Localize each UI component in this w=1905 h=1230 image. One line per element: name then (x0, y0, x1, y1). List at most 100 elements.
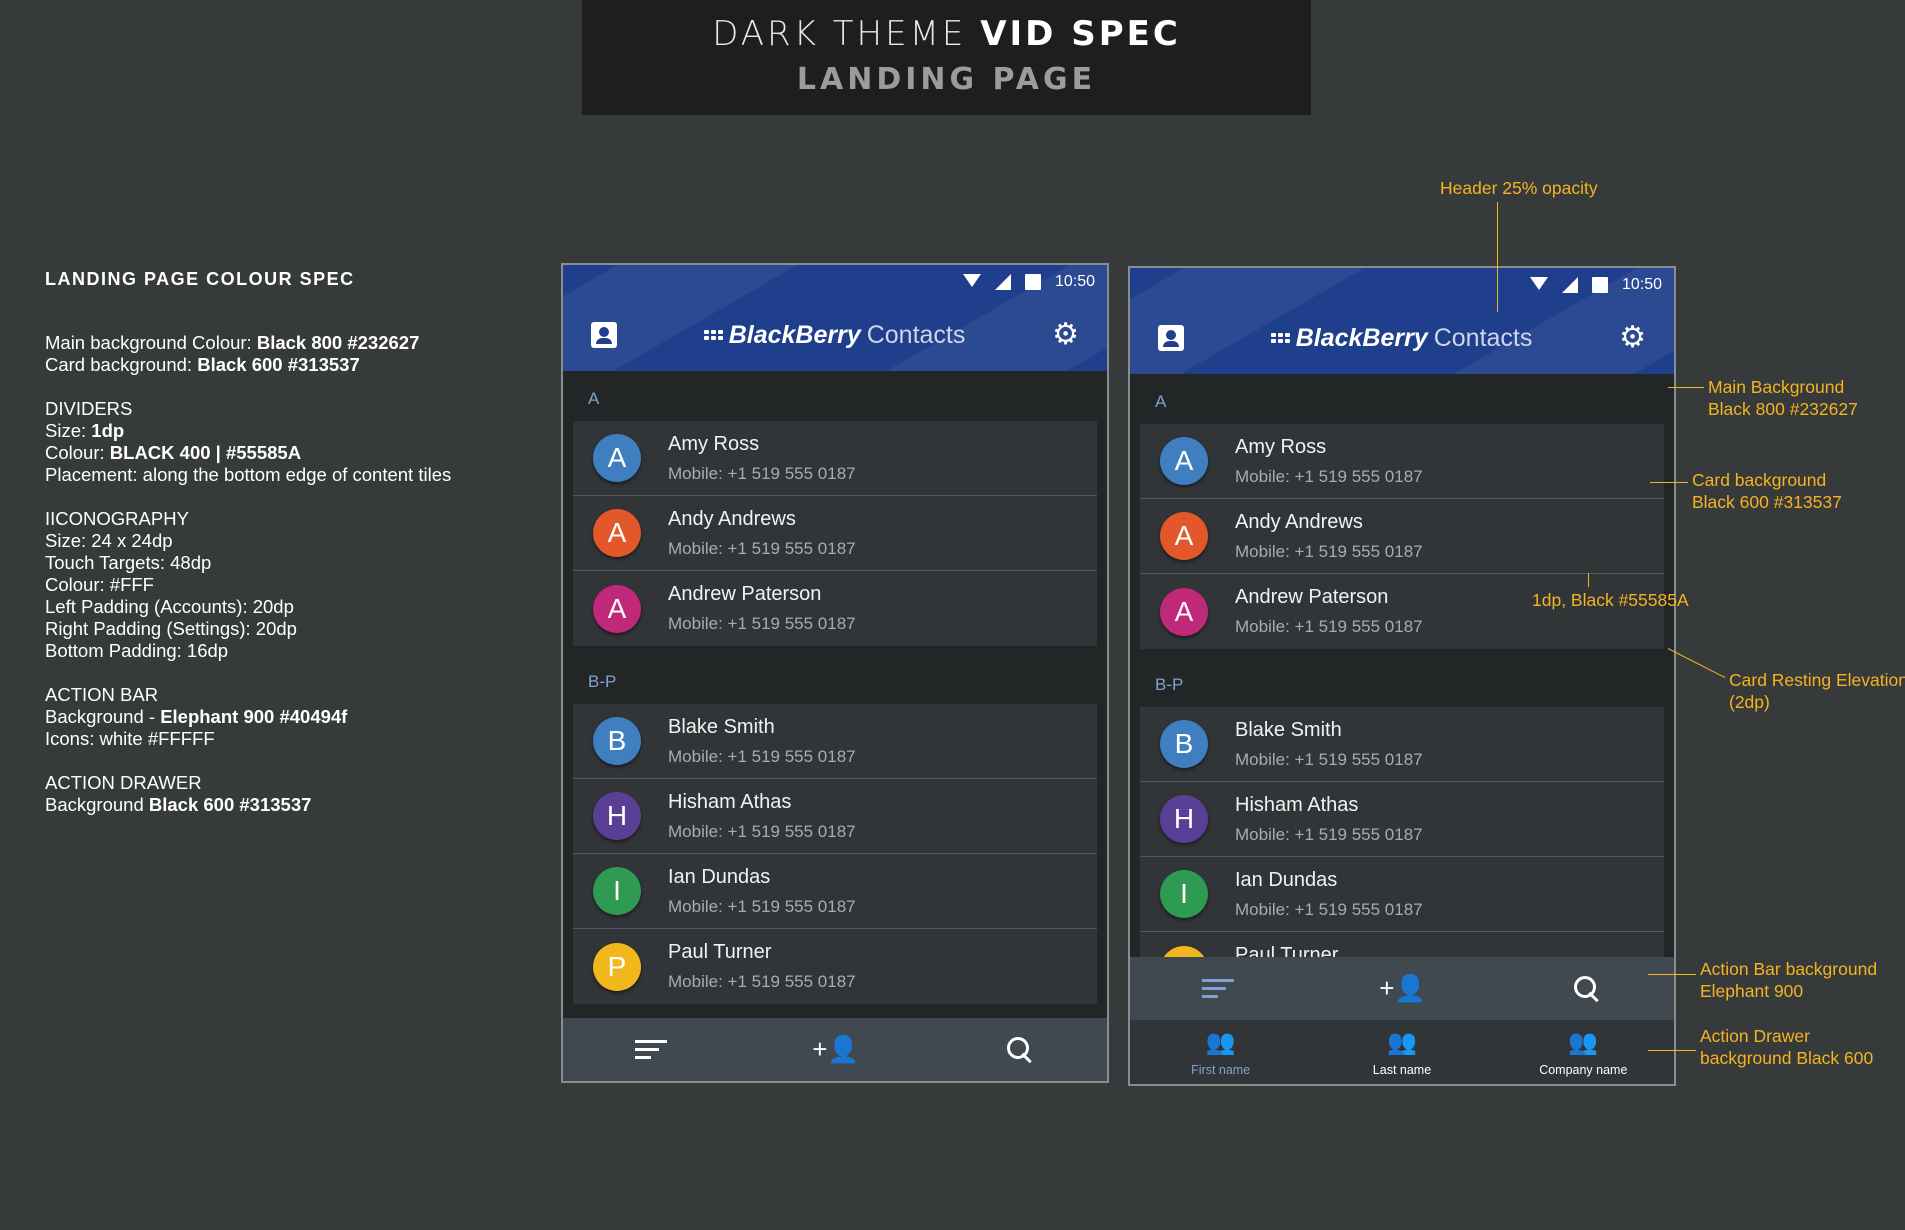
app-logo: BlackBerry Contacts (1270, 323, 1533, 353)
spec-icon-colour: Colour: #FFF (45, 574, 154, 595)
banner-title-bold: VID SPEC (980, 14, 1181, 54)
brand-name: BlackBerry (728, 320, 861, 349)
spec-icon-right: Right Padding (Settings): 20dp (45, 618, 297, 639)
people-icon: 👥 (1205, 1029, 1236, 1056)
status-bar: 10:50 (962, 273, 1095, 291)
tab-company-name-label: Company name (1539, 1063, 1628, 1077)
avatar: H (593, 792, 641, 840)
spec-actionbar-bg-value: Elephant 900 #40494f (160, 706, 348, 727)
spec-main-bg-value: Black 800 #232627 (256, 332, 420, 353)
battery-icon (1591, 277, 1608, 293)
avatar: B (1160, 720, 1208, 768)
annotation-leader (1650, 482, 1688, 483)
status-time: 10:50 (1621, 276, 1662, 293)
search-icon[interactable] (1005, 1035, 1035, 1065)
status-bar: 10:50 (1529, 276, 1662, 294)
signal-icon (1561, 277, 1578, 293)
annotation-card-bg-line2: Black 600 #313537 (1692, 492, 1842, 512)
avatar: B (593, 717, 641, 765)
gear-icon[interactable]: ⚙ (1052, 320, 1079, 350)
avatar: A (1160, 437, 1208, 485)
phone-mockup-1: 10:50 BlackBerry Contacts ⚙ A A Amy Ross M… (561, 263, 1109, 1083)
avatar: H (1160, 795, 1208, 843)
accounts-icon[interactable] (591, 322, 617, 348)
contact-row[interactable]: H Hisham Athas Mobile: +1 519 555 0187 (573, 779, 1097, 854)
spec-div-placement: Placement: along the bottom edge of cont… (45, 464, 452, 485)
banner-title-light: DARK THEME (712, 14, 981, 54)
annotation-leader (1648, 1050, 1696, 1051)
section-header-a: A (1155, 392, 1167, 411)
spec-card-bg-value: Black 600 #313537 (197, 354, 360, 375)
contact-list: A A Amy Ross Mobile: +1 519 555 0187 A Andy… (563, 371, 1107, 1004)
avatar: A (593, 584, 641, 633)
blackberry-logo-icon (1270, 333, 1290, 343)
contact-row[interactable]: A Andrew Paterson Mobile: +1 519 555 0187 (1140, 574, 1664, 649)
add-contact-icon[interactable]: +👤 (812, 1034, 860, 1065)
contact-list: A A Amy Ross Mobile: +1 519 555 0187 A Andy… (1130, 374, 1674, 957)
avatar: P (1160, 945, 1208, 957)
app-header: 10:50 BlackBerry Contacts ⚙ (1130, 268, 1674, 374)
spec-actionbar-bg: Background - Elephant 900 #40494f (45, 706, 515, 728)
signal-icon (994, 274, 1011, 290)
accounts-icon[interactable] (1158, 325, 1184, 351)
contact-name: Andrew Paterson (1235, 586, 1389, 608)
annotation-leader (1648, 974, 1696, 975)
blackberry-logo-icon (703, 330, 723, 340)
contact-name: Ian Dundas (668, 865, 771, 888)
annotation-elevation-line1: Card Resting Elevation (1729, 670, 1905, 690)
app-name: Contacts (866, 320, 966, 349)
contact-row[interactable]: A Amy Ross Mobile: +1 519 555 0187 (1140, 424, 1664, 499)
banner-subtitle: LANDING PAGE (796, 62, 1097, 97)
tab-last-name-label: Last name (1372, 1063, 1432, 1077)
spec-div-colour-label: Colour: (45, 442, 110, 463)
annotation-action-bar-line2: Elephant 900 (1700, 981, 1804, 1001)
spec-div-size-value: 1dp (91, 420, 125, 441)
action-bar: +👤 (563, 1018, 1107, 1081)
sort-icon[interactable] (1202, 979, 1235, 998)
app-name: Contacts (1433, 323, 1533, 352)
contact-row[interactable]: A Andy Andrews Mobile: +1 519 555 0187 (1140, 499, 1664, 574)
app-bar: BlackBerry Contacts ⚙ (1130, 316, 1674, 360)
tab-company-name[interactable]: 👥 Company name (1503, 1031, 1663, 1078)
spec-main-bg-label: Main background Colour: (45, 332, 257, 353)
tab-first-name[interactable]: 👥 First name (1141, 1029, 1301, 1078)
add-contact-icon[interactable]: +👤 (1379, 973, 1427, 1004)
contact-mobile: Mobile: +1 519 555 0187 (668, 463, 856, 483)
annotation-leader (1588, 573, 1589, 587)
contact-mobile: Mobile: +1 519 555 0187 (1235, 466, 1423, 486)
search-icon[interactable] (1572, 974, 1602, 1004)
contact-row[interactable]: H Hisham Athas Mobile: +1 519 555 0187 (1140, 782, 1664, 857)
contact-row[interactable]: I Ian Dundas Mobile: +1 519 555 0187 (1140, 857, 1664, 932)
contact-row[interactable]: A Amy Ross Mobile: +1 519 555 0187 (573, 421, 1097, 496)
contact-name: Hisham Athas (668, 790, 792, 813)
spec-icon-title: IICONOGRAPHY (45, 508, 189, 529)
app-header: 10:50 BlackBerry Contacts ⚙ (563, 265, 1107, 371)
tab-last-name[interactable]: 👥 Last name (1322, 1031, 1482, 1078)
contact-row[interactable]: PPaul TurnerMobile: +1 519 555 0187 (1140, 932, 1664, 957)
annotation-main-bg-line2: Black 800 #232627 (1708, 399, 1858, 419)
avatar: A (593, 509, 641, 557)
contact-mobile: Mobile: +1 519 555 0187 (1235, 824, 1423, 844)
avatar: A (1160, 587, 1208, 636)
annotation-divider: 1dp, Black #55585A (1532, 590, 1689, 610)
contact-row[interactable]: A Andrew Paterson Mobile: +1 519 555 0187 (573, 571, 1097, 646)
spec-drawer-bg-label: Background (45, 794, 149, 815)
avatar: A (1160, 512, 1208, 560)
action-bar: +👤 (1130, 957, 1674, 1020)
spec-actionbar-icons: Icons: white #FFFFF (45, 728, 215, 749)
contact-card-a: A Amy Ross Mobile: +1 519 555 0187 A Andy A… (1140, 424, 1664, 649)
contact-card-a: A Amy Ross Mobile: +1 519 555 0187 A Andy A… (573, 421, 1097, 646)
spec-drawer-bg-value: Black 600 #313537 (148, 794, 312, 815)
contact-name: Amy Ross (1235, 435, 1327, 458)
contact-row[interactable]: I Ian Dundas Mobile: +1 519 555 0187 (573, 854, 1097, 929)
contact-row[interactable]: B Blake Smith Mobile: +1 519 555 0187 (573, 704, 1097, 779)
section-header-a: A (588, 389, 600, 408)
contact-row[interactable]: PPaul TurnerMobile: +1 519 555 0187 (573, 929, 1097, 1004)
annotation-action-bar: Action Bar background Elephant 900 (1700, 958, 1877, 1002)
contact-row[interactable]: B Blake Smith Mobile: +1 519 555 0187 (1140, 707, 1664, 782)
sort-icon[interactable] (635, 1040, 668, 1059)
contact-name: Blake Smith (1235, 718, 1342, 741)
gear-icon[interactable]: ⚙ (1619, 323, 1646, 353)
contact-row[interactable]: A Andy Andrews Mobile: +1 519 555 0187 (573, 496, 1097, 571)
contact-mobile: Mobile: +1 519 555 0187 (1235, 899, 1423, 919)
